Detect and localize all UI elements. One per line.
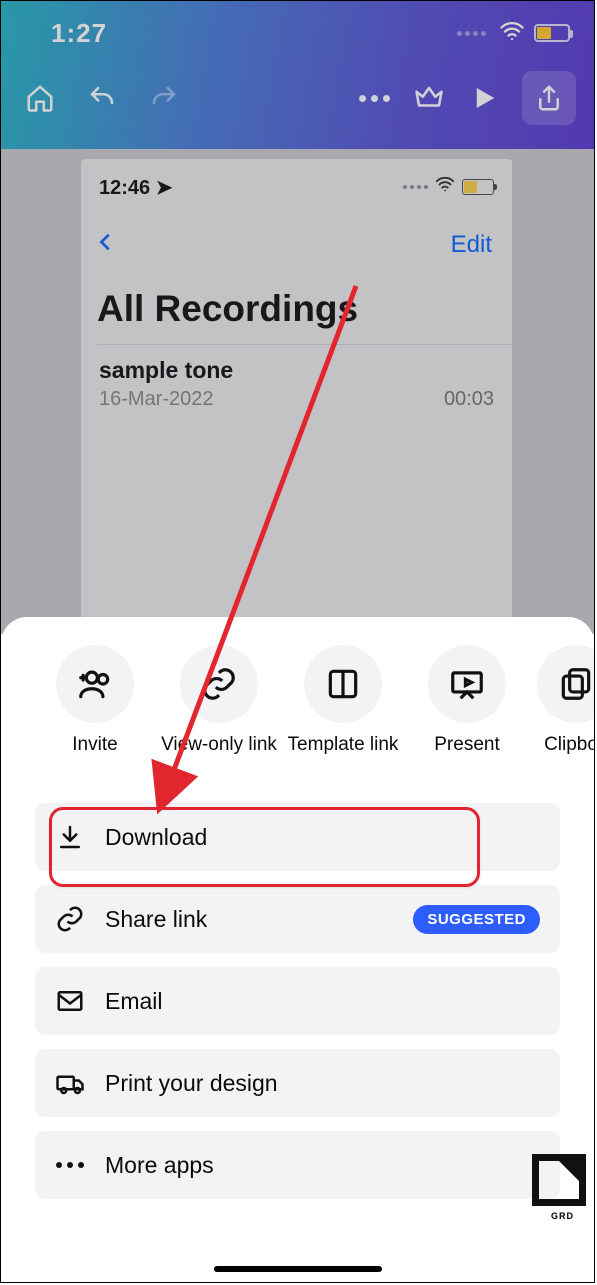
more-apps-button[interactable]: More apps: [35, 1131, 560, 1199]
clipboard-icon: [557, 665, 594, 703]
battery-icon: [534, 24, 570, 42]
more-options-icon[interactable]: [359, 95, 390, 102]
download-button[interactable]: Download: [35, 803, 560, 871]
template-link-option[interactable]: Template link: [283, 645, 403, 781]
email-button[interactable]: Email: [35, 967, 560, 1035]
template-link-label: Template link: [288, 733, 399, 781]
invite-icon: [76, 665, 114, 703]
undo-icon[interactable]: [87, 83, 117, 113]
recording-item[interactable]: sample tone 16-Mar-2022 00:03: [81, 345, 512, 421]
template-icon: [324, 665, 362, 703]
clipboard-option[interactable]: Clipbo: [531, 645, 594, 781]
share-icon: [534, 83, 564, 113]
view-only-link-label: View-only link: [161, 733, 277, 781]
download-icon: [55, 822, 85, 852]
recording-duration: 00:03: [444, 366, 494, 411]
invite-option[interactable]: Invite: [35, 645, 155, 781]
print-button[interactable]: Print your design: [35, 1049, 560, 1117]
email-label: Email: [105, 988, 163, 1015]
share-link-icon: [55, 904, 85, 934]
invite-label: Invite: [72, 733, 117, 781]
present-label: Present: [434, 733, 499, 781]
edit-button[interactable]: Edit: [451, 231, 492, 259]
device-status-bar: 1:27: [1, 1, 594, 51]
status-time: 1:27: [51, 18, 107, 49]
truck-icon: [55, 1068, 85, 1098]
wifi-icon: [498, 17, 526, 50]
design-canvas: 12:46 ➤ Edit All Recordings sample tone …: [1, 149, 594, 634]
back-chevron-icon[interactable]: [95, 227, 117, 262]
view-only-link-option[interactable]: View-only link: [159, 645, 279, 781]
preview-title: All Recordings: [81, 262, 512, 344]
redo-icon[interactable]: [149, 83, 179, 113]
preview-status-bar: 12:46 ➤: [81, 159, 512, 201]
watermark-logo: GRD: [532, 1154, 586, 1206]
watermark-text: GRD: [551, 1211, 574, 1221]
present-icon: [448, 665, 486, 703]
preview-time: 12:46: [99, 177, 150, 199]
home-indicator[interactable]: [214, 1266, 382, 1272]
preview-cellular-icon: [403, 185, 428, 189]
present-option[interactable]: Present: [407, 645, 527, 781]
email-icon: [55, 986, 85, 1016]
print-label: Print your design: [105, 1070, 278, 1097]
cellular-dots-icon: [457, 31, 486, 36]
home-icon[interactable]: [25, 83, 55, 113]
link-icon: [200, 665, 238, 703]
status-indicators: [457, 17, 570, 50]
share-targets-row[interactable]: Invite View-only link Template link Pres…: [1, 645, 594, 781]
share-link-label: Share link: [105, 906, 207, 933]
design-preview[interactable]: 12:46 ➤ Edit All Recordings sample tone …: [81, 159, 512, 634]
more-apps-label: More apps: [105, 1152, 214, 1179]
editor-toolbar: [1, 51, 594, 125]
location-arrow-icon: ➤: [156, 177, 173, 199]
preview-battery-icon: [462, 179, 494, 195]
preview-wifi-icon: [434, 173, 456, 201]
play-icon[interactable]: [468, 83, 498, 113]
share-link-button[interactable]: Share link SUGGESTED: [35, 885, 560, 953]
share-button[interactable]: [522, 71, 576, 125]
action-list: Download Share link SUGGESTED Email Prin…: [1, 785, 594, 1199]
recording-date: 16-Mar-2022: [99, 388, 233, 411]
recording-name: sample tone: [99, 357, 233, 384]
more-dots-icon: [55, 1162, 85, 1168]
preview-nav: Edit: [81, 201, 512, 262]
clipboard-label: Clipbo: [544, 733, 594, 781]
suggested-badge: SUGGESTED: [413, 905, 540, 934]
crown-icon[interactable]: [414, 83, 444, 113]
download-label: Download: [105, 824, 207, 851]
app-top-bar: 1:27: [1, 1, 594, 149]
share-sheet: Invite View-only link Template link Pres…: [1, 617, 594, 1282]
